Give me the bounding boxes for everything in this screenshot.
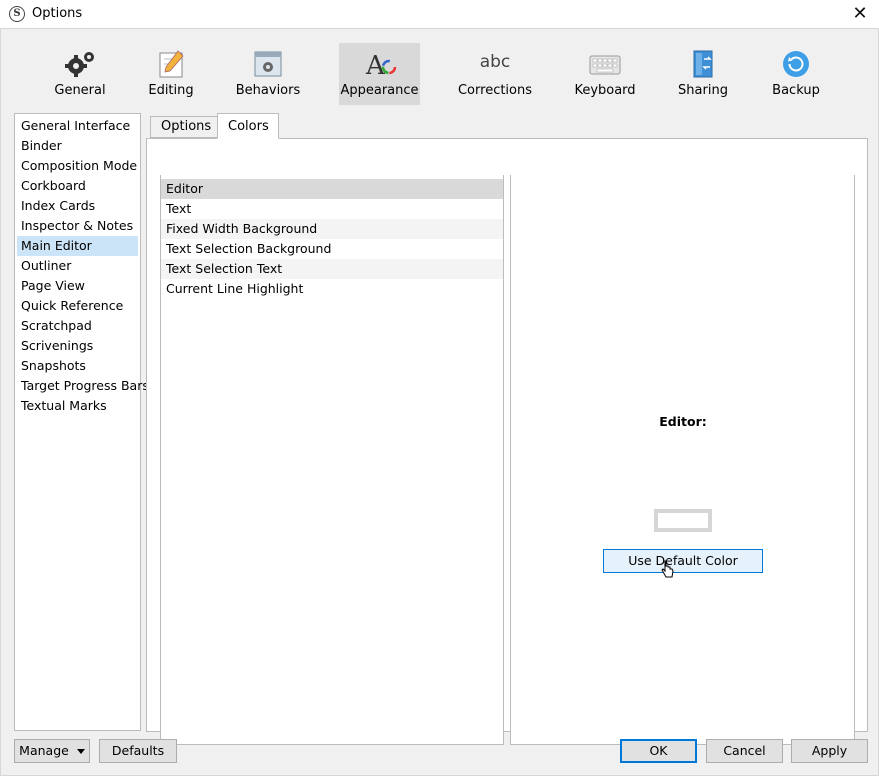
toolbar-behaviors[interactable]: Behaviors: [229, 43, 307, 105]
toolbar-editing[interactable]: Editing: [135, 43, 207, 105]
color-swatch[interactable]: [654, 509, 712, 532]
options-window: General Editing Behaviors A Appearance a…: [0, 28, 879, 776]
sidebar-item-index-cards[interactable]: Index Cards: [17, 196, 138, 216]
toolbar-label: Appearance: [340, 83, 419, 98]
title-bar: S Options ✕: [0, 0, 879, 28]
abc-icon: abc: [479, 52, 511, 72]
color-preview: Editor: Use Default Color: [510, 175, 855, 745]
sidebar-item-textual-marks[interactable]: Textual Marks: [17, 396, 138, 416]
toolbar-label: Sharing: [678, 83, 728, 98]
color-list: Editor Text Fixed Width Background Text …: [160, 175, 504, 745]
sidebar-item-corkboard[interactable]: Corkboard: [17, 176, 138, 196]
sidebar-item-main-editor[interactable]: Main Editor: [17, 236, 138, 256]
preview-label: Editor:: [659, 414, 707, 429]
toolbar-label: Corrections: [457, 83, 533, 98]
toolbar-keyboard[interactable]: Keyboard: [567, 43, 643, 105]
apply-button[interactable]: Apply: [791, 739, 868, 763]
toolbar-label: General: [54, 83, 106, 98]
toolbar-label: Keyboard: [574, 83, 636, 98]
toolbar-backup[interactable]: Backup: [763, 43, 829, 105]
window-gear-icon: [254, 51, 282, 77]
tab-colors[interactable]: Colors: [217, 113, 279, 139]
gears-icon: [65, 52, 94, 77]
ok-button[interactable]: OK: [620, 739, 697, 763]
keyboard-icon: [589, 55, 621, 75]
toolbar-label: Editing: [148, 83, 194, 98]
sidebar-item-quick-reference[interactable]: Quick Reference: [17, 296, 138, 316]
pencil-icon: [159, 50, 184, 78]
colors-panel: Editor Text Fixed Width Background Text …: [146, 138, 868, 745]
sidebar-item-inspector-notes[interactable]: Inspector & Notes: [17, 216, 138, 236]
sidebar-item-page-view[interactable]: Page View: [17, 276, 138, 296]
color-item-text-selection-background[interactable]: Text Selection Background: [161, 239, 503, 259]
window-title: Options: [32, 6, 83, 21]
chevron-down-icon: [76, 749, 85, 754]
toolbar-appearance[interactable]: A Appearance: [339, 43, 420, 105]
toolbar-label: Behaviors: [235, 83, 301, 98]
color-item-fixed-width-background[interactable]: Fixed Width Background: [161, 219, 503, 239]
sidebar-item-general-interface[interactable]: General Interface: [17, 116, 138, 136]
sidebar-item-scratchpad[interactable]: Scratchpad: [17, 316, 138, 336]
toolbar-label: Backup: [772, 83, 820, 98]
toolbar-corrections[interactable]: abc Corrections: [455, 43, 535, 105]
color-item-editor[interactable]: Editor: [161, 179, 503, 199]
use-default-color-button[interactable]: Use Default Color: [603, 549, 763, 573]
sidebar-item-scrivenings[interactable]: Scrivenings: [17, 336, 138, 356]
sidebar: General Interface Binder Composition Mod…: [14, 113, 149, 731]
app-logo-icon: S: [9, 6, 25, 22]
sidebar-item-composition-mode[interactable]: Composition Mode: [17, 156, 138, 176]
sidebar-item-binder[interactable]: Binder: [17, 136, 138, 156]
cancel-button[interactable]: Cancel: [706, 739, 783, 763]
sharing-icon: [693, 50, 713, 78]
color-item-current-line-highlight[interactable]: Current Line Highlight: [161, 279, 503, 299]
color-item-text[interactable]: Text: [161, 199, 503, 219]
manage-label: Manage: [19, 743, 69, 758]
mouse-cursor-icon: [661, 560, 674, 578]
toolbar-general[interactable]: General: [41, 43, 119, 105]
defaults-button[interactable]: Defaults: [99, 739, 177, 763]
toolbar: General Editing Behaviors A Appearance a…: [1, 29, 878, 109]
sidebar-item-outliner[interactable]: Outliner: [17, 256, 138, 276]
manage-button[interactable]: Manage: [14, 739, 90, 763]
sidebar-item-snapshots[interactable]: Snapshots: [17, 356, 138, 376]
toolbar-sharing[interactable]: Sharing: [669, 43, 737, 105]
font-color-icon: A: [365, 51, 396, 79]
close-icon[interactable]: ✕: [849, 3, 871, 25]
color-item-text-selection-text[interactable]: Text Selection Text: [161, 259, 503, 279]
backup-icon: [783, 51, 809, 77]
tab-options[interactable]: Options: [150, 116, 218, 138]
sidebar-item-target-progress-bars[interactable]: Target Progress Bars: [17, 376, 149, 396]
